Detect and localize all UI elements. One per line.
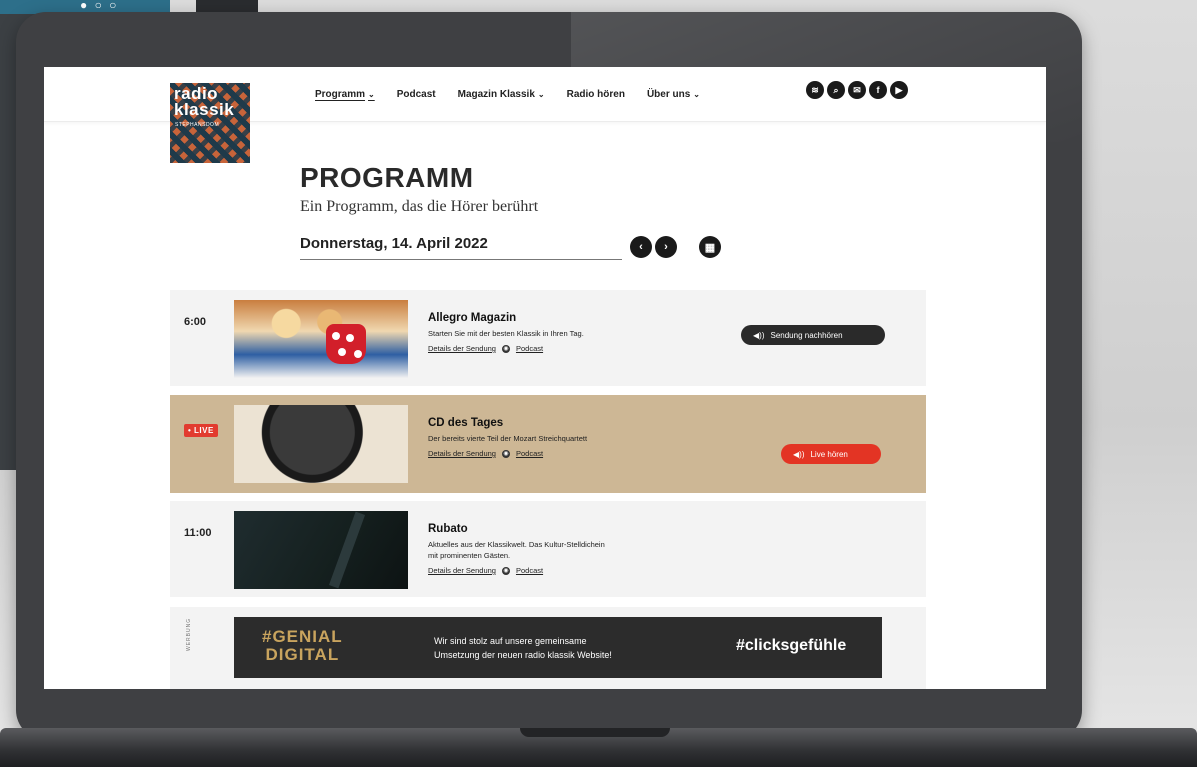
show-image <box>234 300 408 378</box>
show-info: Rubato Aktuelles aus der Klassikwelt. Da… <box>428 523 728 575</box>
prev-day-button[interactable]: ‹ <box>630 236 652 258</box>
next-day-button[interactable]: › <box>655 236 677 258</box>
banner-text-line: Umsetzung der neuen radio klassik Websit… <box>434 650 612 660</box>
nav-item-magazin-klassik[interactable]: Magazin Klassik ⌄ <box>458 89 545 100</box>
podcast-link[interactable]: Podcast <box>516 344 543 353</box>
details-link[interactable]: Details der Sendung <box>428 344 496 353</box>
show-title: Allegro Magazin <box>428 312 517 324</box>
listen-again-label: Sendung nachhören <box>770 330 843 340</box>
nav-item-label: Podcast <box>396 89 436 100</box>
logo-text: radio klassik <box>174 85 235 119</box>
live-badge: • LIVE <box>184 424 218 437</box>
cup-graphic <box>326 324 366 364</box>
show-links: Details der Sendung ◉ Podcast <box>428 566 728 575</box>
details-link[interactable]: Details der Sendung <box>428 449 496 458</box>
show-links: Details der Sendung ◉ Podcast <box>428 344 728 353</box>
podcast-icon: ◉ <box>501 566 510 575</box>
show-time: 6:00 <box>184 316 207 328</box>
listen-again-button[interactable]: ◀)) Sendung nachhören <box>741 325 885 345</box>
podcast-link[interactable]: Podcast <box>516 449 543 458</box>
show-title: CD des Tages <box>428 417 504 429</box>
page-subtitle: Ein Programm, das die Hörer berührt <box>300 198 539 215</box>
show-description-line: Aktuelles aus der Klassikwelt. Das Kultu… <box>428 540 605 549</box>
chevron-down-icon: ⌄ <box>368 90 375 99</box>
show-info: Allegro Magazin Starten Sie mit der best… <box>428 312 728 353</box>
show-description-line: mit prominenten Gästen. <box>428 551 511 560</box>
chevron-down-icon: ⌄ <box>693 90 700 99</box>
logo-subtitle: STEPHANSDOM <box>175 122 220 128</box>
main-nav: Programm ⌄ Podcast Magazin Klassik ⌄ Radio… <box>315 89 722 100</box>
nav-item-label: Über uns <box>646 89 691 100</box>
page-title: PROGRAMM <box>300 162 474 193</box>
banner-tag-line: #GENIAL <box>262 627 343 646</box>
show-image <box>234 511 408 589</box>
show-title: Rubato <box>428 523 468 535</box>
speaker-icon: ◀)) <box>753 330 765 340</box>
nav-item-label: Magazin Klassik <box>457 89 535 100</box>
banner-text: Wir sind stolz auf unsere gemeinsame Ums… <box>434 634 612 662</box>
show-description: Starten Sie mit der besten Klassik in Ih… <box>428 329 584 338</box>
show-description: Der bereits vierte Teil der Mozart Strei… <box>428 434 588 443</box>
speaker-icon: ◀)) <box>793 449 805 459</box>
show-time: 11:00 <box>184 527 212 539</box>
radio-klassik-logo[interactable]: radio klassik STEPHANSDOM <box>170 83 250 163</box>
nav-item-radio-hoeren[interactable]: Radio hören <box>567 89 625 100</box>
banner-tag-line: DIGITAL <box>265 645 340 664</box>
details-link[interactable]: Details der Sendung <box>428 566 496 575</box>
nav-item-programm[interactable]: Programm ⌄ <box>315 89 375 100</box>
schedule-row-live: • LIVE CD des Tages Der bereits vierte T… <box>170 395 926 493</box>
mail-icon[interactable]: ✉ <box>848 81 866 99</box>
podcast-icon: ◉ <box>501 344 510 353</box>
live-listen-label: Live hören <box>810 449 848 459</box>
calendar-button[interactable]: ▦ <box>699 236 721 258</box>
show-description: Aktuelles aus der Klassikwelt. Das Kultu… <box>428 539 728 561</box>
show-image <box>234 405 408 483</box>
facebook-icon[interactable]: f <box>869 81 887 99</box>
podcast-icon: ◉ <box>501 449 510 458</box>
ad-row: WERBUNG #GENIAL DIGITAL Wir sind stolz a… <box>170 607 926 689</box>
date-text: Donnerstag, 14. April 2022 <box>300 235 488 252</box>
live-listen-button[interactable]: ◀)) Live hören <box>781 444 881 464</box>
show-info: CD des Tages Der bereits vierte Teil der… <box>428 417 728 458</box>
nav-item-label: Programm <box>315 89 366 100</box>
banner-tag: #GENIAL DIGITAL <box>262 628 343 664</box>
ad-label: WERBUNG <box>186 617 192 651</box>
show-links: Details der Sendung ◉ Podcast <box>428 449 728 458</box>
spotify-icon[interactable]: ≋ <box>806 81 824 99</box>
banner-text-line: Wir sind stolz auf unsere gemeinsame <box>434 636 587 646</box>
search-icon[interactable]: ⌕ <box>827 81 845 99</box>
banner-hashtag: #clicksgefühle <box>736 637 847 654</box>
chevron-down-icon: ⌄ <box>537 90 545 99</box>
website-screen: Programm ⌄ Podcast Magazin Klassik ⌄ Radio… <box>44 67 1046 689</box>
nav-item-label: Radio hören <box>566 89 625 100</box>
schedule-row: 6:00 Allegro Magazin Starten Sie mit der… <box>170 290 926 386</box>
ad-banner[interactable]: #GENIAL DIGITAL Wir sind stolz auf unser… <box>234 617 882 678</box>
laptop-notch <box>520 728 670 737</box>
nav-item-ueber-uns[interactable]: Über uns ⌄ <box>647 89 700 100</box>
nav-item-podcast[interactable]: Podcast <box>397 89 436 100</box>
logo-line-2: klassik <box>174 100 235 119</box>
date-field[interactable]: Donnerstag, 14. April 2022 <box>300 235 622 260</box>
background-dots: ● ○ ○ <box>80 0 119 12</box>
schedule-row: 11:00 Rubato Aktuelles aus der Klassikwe… <box>170 501 926 597</box>
podcast-link[interactable]: Podcast <box>516 566 543 575</box>
social-links: ≋ ⌕ ✉ f ▶ <box>806 81 908 99</box>
youtube-icon[interactable]: ▶ <box>890 81 908 99</box>
